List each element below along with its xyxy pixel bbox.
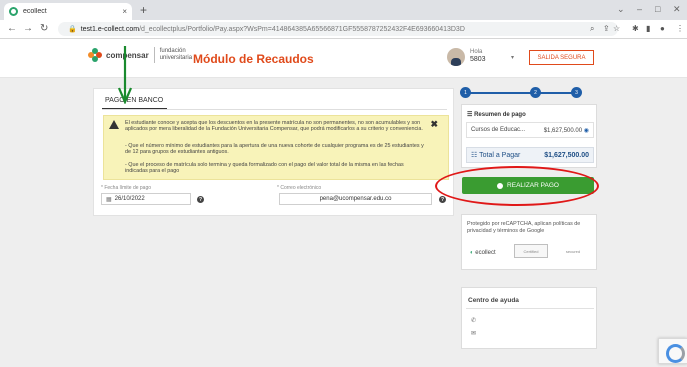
minimize-icon[interactable]: – xyxy=(637,4,642,14)
url-host: test1.e-collect.com xyxy=(80,25,140,33)
lock-icon: 🔒 xyxy=(68,26,77,33)
help-center-card: Centro de ayuda ✆ ✉ xyxy=(461,287,597,349)
notice-text-1: El estudiante conoce y acepta que los de… xyxy=(125,120,423,133)
step-line-1 xyxy=(470,92,532,94)
total-row: ☷ Total a Pagar $1,627,500.00 xyxy=(466,147,594,163)
notice-text-2: - Que el número mínimo de estudiantes pa… xyxy=(125,143,424,156)
close-icon[interactable]: ✖ xyxy=(430,119,438,130)
date-label: * Fecha límite de pago xyxy=(101,185,152,191)
ecollect-brand-text: ecollect xyxy=(475,250,496,256)
secured-badge: secured xyxy=(565,248,581,254)
list-icon: ☰ xyxy=(467,112,473,118)
summary-title-text: Resumen de pago xyxy=(474,112,526,118)
logo-divider xyxy=(153,47,155,63)
back-icon[interactable]: ← xyxy=(7,23,17,34)
summary-item-amount: $1,627,500.00 xyxy=(543,127,583,134)
browser-tabbar: ecollect × + ⌄ – □ ✕ xyxy=(0,0,687,20)
captcha-text: Protegido por reCAPTCHA, aplican polític… xyxy=(467,221,581,234)
captcha-card: Protegido por reCAPTCHA, aplican polític… xyxy=(461,214,597,270)
total-list-icon: ☷ xyxy=(471,152,478,159)
payment-summary-card: ☰ Resumen de pago Cursos de Educac... $1… xyxy=(461,104,597,168)
view-detail-icon[interactable]: ◉ xyxy=(584,128,589,134)
summary-title: ☰ Resumen de pago xyxy=(467,111,526,118)
user-info[interactable]: Hola 5803 xyxy=(470,48,486,64)
extensions-icon[interactable]: ✱ xyxy=(632,24,639,33)
profile-icon[interactable]: ● xyxy=(660,24,665,33)
step-3: 3 xyxy=(571,87,582,98)
step-indicator: 1 2 3 xyxy=(460,86,596,100)
ecollect-brand-logo: ◐ ecollect xyxy=(470,250,496,256)
url-bar[interactable]: 🔒 test1.e-collect.com /d_ecollectplus/Po… xyxy=(58,22,618,36)
ecollect-logo-icon: ◐ xyxy=(470,250,474,256)
email-field[interactable]: pena@ucompensar.edu.co xyxy=(279,193,432,205)
logout-button[interactable]: SALIDA SEGURA xyxy=(529,50,594,65)
window-close-icon[interactable]: ✕ xyxy=(673,4,681,15)
avatar[interactable] xyxy=(447,48,465,66)
url-path: /d_ecollectplus/Portfolio/Pay.aspx?WsPm=… xyxy=(139,25,465,33)
reload-icon[interactable]: ↻ xyxy=(40,23,48,34)
tab-search-icon[interactable]: ⌄ xyxy=(617,4,625,15)
summary-item-label: Cursos de Educac... xyxy=(471,127,526,133)
compensar-logo: compensar fundación universitaria xyxy=(88,47,196,63)
summary-item-row: Cursos de Educac... $1,627,500.00 ◉ xyxy=(466,122,594,138)
user-id: 5803 xyxy=(470,56,486,63)
email-value: pena@ucompensar.edu.co xyxy=(319,196,392,202)
warning-icon xyxy=(109,120,119,129)
payment-card: PAGO EN BANCO ✖ El estudiante conoce y a… xyxy=(93,88,454,216)
step-1: 1 xyxy=(460,87,471,98)
browser-tab[interactable]: ecollect × xyxy=(4,3,132,20)
compensar-logo-mark-icon xyxy=(88,48,102,62)
bookmark-star-icon[interactable]: ☆ xyxy=(613,24,620,33)
site-header: compensar fundación universitaria Módulo… xyxy=(0,40,687,78)
menu-kebab-icon[interactable]: ⋮ xyxy=(676,24,684,33)
tab-title: ecollect xyxy=(23,8,47,15)
forward-icon[interactable]: → xyxy=(23,23,33,34)
chevron-down-icon[interactable]: ▾ xyxy=(511,54,514,61)
annotation-arrow-down-icon xyxy=(118,46,132,104)
tab-pago-en-banco[interactable]: PAGO EN BANCO xyxy=(105,97,163,104)
page-title: Módulo de Recaudos xyxy=(193,52,314,66)
recaptcha-badge-icon[interactable] xyxy=(658,338,687,364)
total-amount: $1,627,500.00 xyxy=(544,151,589,159)
sidebar-icon[interactable]: ▮ xyxy=(646,24,650,33)
notice-text-3: - Que el proceso de matrícula solo termi… xyxy=(125,162,404,175)
date-value: 26/10/2022 xyxy=(114,196,145,202)
help-title: Centro de ayuda xyxy=(468,297,519,304)
zoom-icon[interactable]: ⌕ xyxy=(590,24,594,34)
share-icon[interactable]: ⇪ xyxy=(603,24,610,33)
phone-icon[interactable]: ✆ xyxy=(471,317,476,324)
tab-close-icon[interactable]: × xyxy=(122,7,127,16)
date-field[interactable]: ▦ 26/10/2022 xyxy=(101,193,191,205)
email-label: * Correo electrónico xyxy=(277,185,322,191)
mail-icon[interactable]: ✉ xyxy=(471,330,476,337)
total-label: Total a Pagar xyxy=(479,152,521,159)
calendar-icon: ▦ xyxy=(106,196,112,203)
annotation-ellipse xyxy=(435,166,599,206)
ecollect-favicon-icon xyxy=(9,7,18,16)
new-tab-icon[interactable]: + xyxy=(140,3,147,17)
browser-toolbar: ← → ↻ 🔒 test1.e-collect.com /d_ecollectp… xyxy=(0,20,687,39)
user-greeting: Hola xyxy=(470,49,483,55)
date-help-icon[interactable]: ? xyxy=(197,196,204,203)
help-divider xyxy=(466,308,594,309)
university-name: fundación universitaria xyxy=(159,48,193,61)
notice-alert: ✖ El estudiante conoce y acepta que los … xyxy=(103,115,449,180)
certified-badge: Certified xyxy=(514,244,548,258)
step-2: 2 xyxy=(530,87,541,98)
email-help-icon[interactable]: ? xyxy=(439,196,446,203)
maximize-icon[interactable]: □ xyxy=(655,4,660,14)
tab-divider xyxy=(102,109,447,110)
